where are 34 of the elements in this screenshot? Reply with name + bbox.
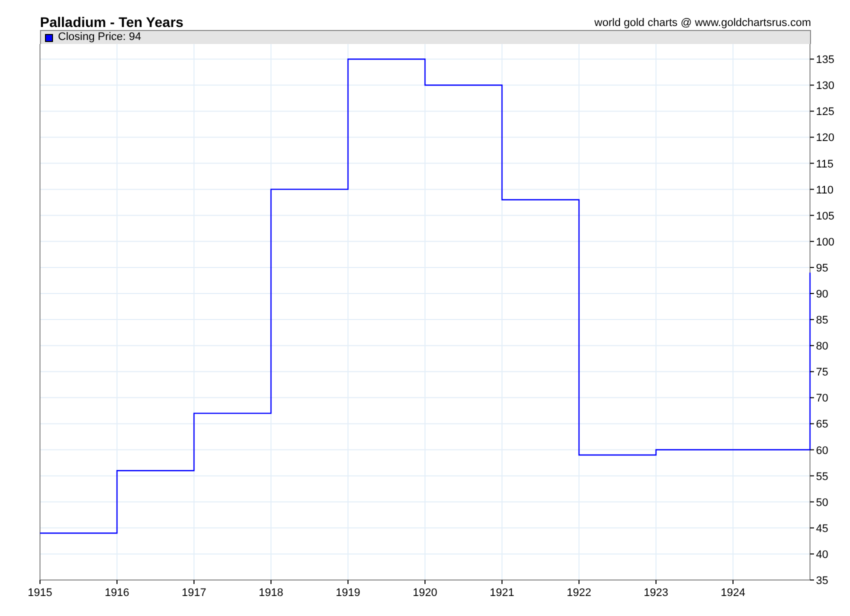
x-tick-label: 1923 bbox=[644, 587, 668, 599]
x-tick-label: 1917 bbox=[182, 587, 206, 599]
credit-text: world gold charts @ www.goldchartsrus.com bbox=[594, 18, 811, 29]
y-tick-label: 80 bbox=[816, 340, 828, 353]
y-tick-label: 125 bbox=[816, 106, 834, 118]
x-tick-label: 1921 bbox=[490, 587, 514, 599]
y-tick-label: 135 bbox=[816, 54, 834, 66]
y-tick-label: 115 bbox=[816, 158, 834, 170]
x-tick-label: 1915 bbox=[28, 587, 52, 599]
y-tick-label: 130 bbox=[816, 80, 834, 92]
y-tick-label: 100 bbox=[816, 236, 834, 248]
y-tick-label: 70 bbox=[816, 392, 828, 405]
chart-title: Palladium - Ten Years bbox=[40, 15, 184, 29]
y-tick-label: 120 bbox=[816, 132, 834, 144]
y-tick-label: 85 bbox=[816, 314, 828, 327]
y-tick-label: 95 bbox=[816, 262, 828, 274]
legend-label: Closing Price: 94 bbox=[58, 32, 142, 43]
y-tick-label: 110 bbox=[816, 184, 834, 196]
y-tick-label: 65 bbox=[816, 418, 828, 431]
x-tick-label: 1919 bbox=[336, 587, 360, 599]
x-tick-label: 1920 bbox=[412, 587, 438, 599]
y-tick-label: 45 bbox=[816, 522, 828, 535]
y-tick-label: 60 bbox=[816, 444, 828, 457]
y-tick-label: 75 bbox=[816, 366, 828, 379]
x-tick-label: 1916 bbox=[104, 587, 130, 599]
y-tick-label: 90 bbox=[816, 288, 828, 300]
y-tick-label: 55 bbox=[816, 470, 828, 483]
y-tick-label: 50 bbox=[816, 496, 828, 509]
y-tick-label: 35 bbox=[816, 575, 828, 587]
x-tick-label: 1924 bbox=[720, 587, 746, 599]
x-tick-label: 1918 bbox=[258, 587, 284, 599]
x-tick-label: 1922 bbox=[566, 587, 592, 599]
y-tick-label: 105 bbox=[816, 210, 834, 222]
y-tick-label: 40 bbox=[816, 548, 828, 561]
